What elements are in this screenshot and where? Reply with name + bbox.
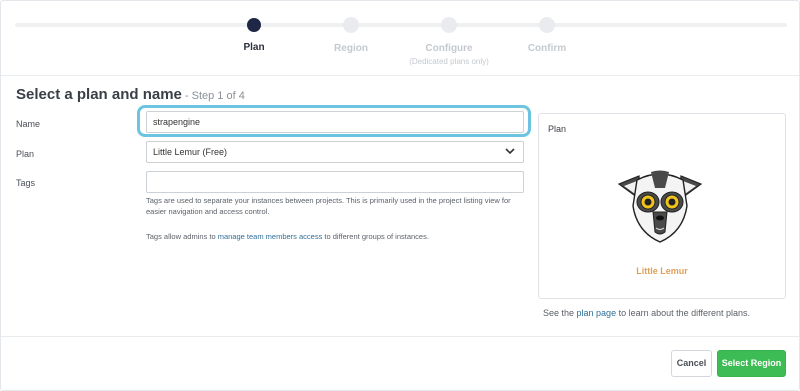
manage-team-access-link[interactable]: manage team members access — [218, 232, 323, 241]
note-text: to learn about the different plans. — [616, 308, 751, 318]
plan-select[interactable]: Little Lemur (Free) — [146, 141, 524, 163]
plan-page-note: See the plan page to learn about the dif… — [543, 308, 750, 318]
page-title: Select a plan and name - Step 1 of 4 — [16, 86, 245, 103]
wizard-panel: Plan Region Configure (Dedicated plans o… — [0, 0, 800, 391]
chevron-down-icon — [505, 148, 515, 155]
step-label: Confirm — [527, 43, 567, 54]
help-text: Tags allow admins to — [146, 232, 218, 241]
step-dot-icon — [539, 17, 555, 33]
plan-card-title: Plan — [548, 124, 567, 134]
select-region-button[interactable]: Select Region — [717, 350, 786, 377]
plan-label: Plan — [16, 149, 35, 159]
tags-label: Tags — [16, 178, 36, 188]
progress-stepper: Plan Region Configure (Dedicated plans o… — [1, 1, 800, 75]
step-dot-icon — [247, 18, 261, 32]
name-label: Name — [16, 119, 41, 129]
tags-help-access: Tags allow admins to manage team members… — [146, 231, 526, 242]
tags-help-text: Tags are used to separate your instances… — [146, 196, 511, 216]
divider — [1, 336, 799, 337]
plan-select-value: Little Lemur (Free) — [153, 147, 228, 157]
cancel-button[interactable]: Cancel — [671, 350, 712, 377]
page-title-text: Select a plan and name — [16, 86, 182, 103]
name-input[interactable]: strapengine — [146, 111, 524, 133]
step-indicator: - Step 1 of 4 — [184, 90, 245, 102]
plan-page-link[interactable]: plan page — [577, 308, 617, 318]
note-text: See the — [543, 308, 577, 318]
step-dot-icon — [343, 17, 359, 33]
help-text: to different groups of instances. — [322, 232, 429, 241]
divider — [1, 75, 799, 76]
plan-name: Little Lemur — [636, 266, 688, 276]
step-sublabel: (Dedicated plans only) — [409, 57, 489, 66]
step-confirm[interactable]: Confirm — [487, 15, 607, 54]
tags-input[interactable] — [146, 171, 524, 193]
plan-preview-card: Plan Little Lemur — [538, 113, 786, 299]
step-dot-icon — [441, 17, 457, 33]
lemur-icon — [617, 170, 703, 243]
